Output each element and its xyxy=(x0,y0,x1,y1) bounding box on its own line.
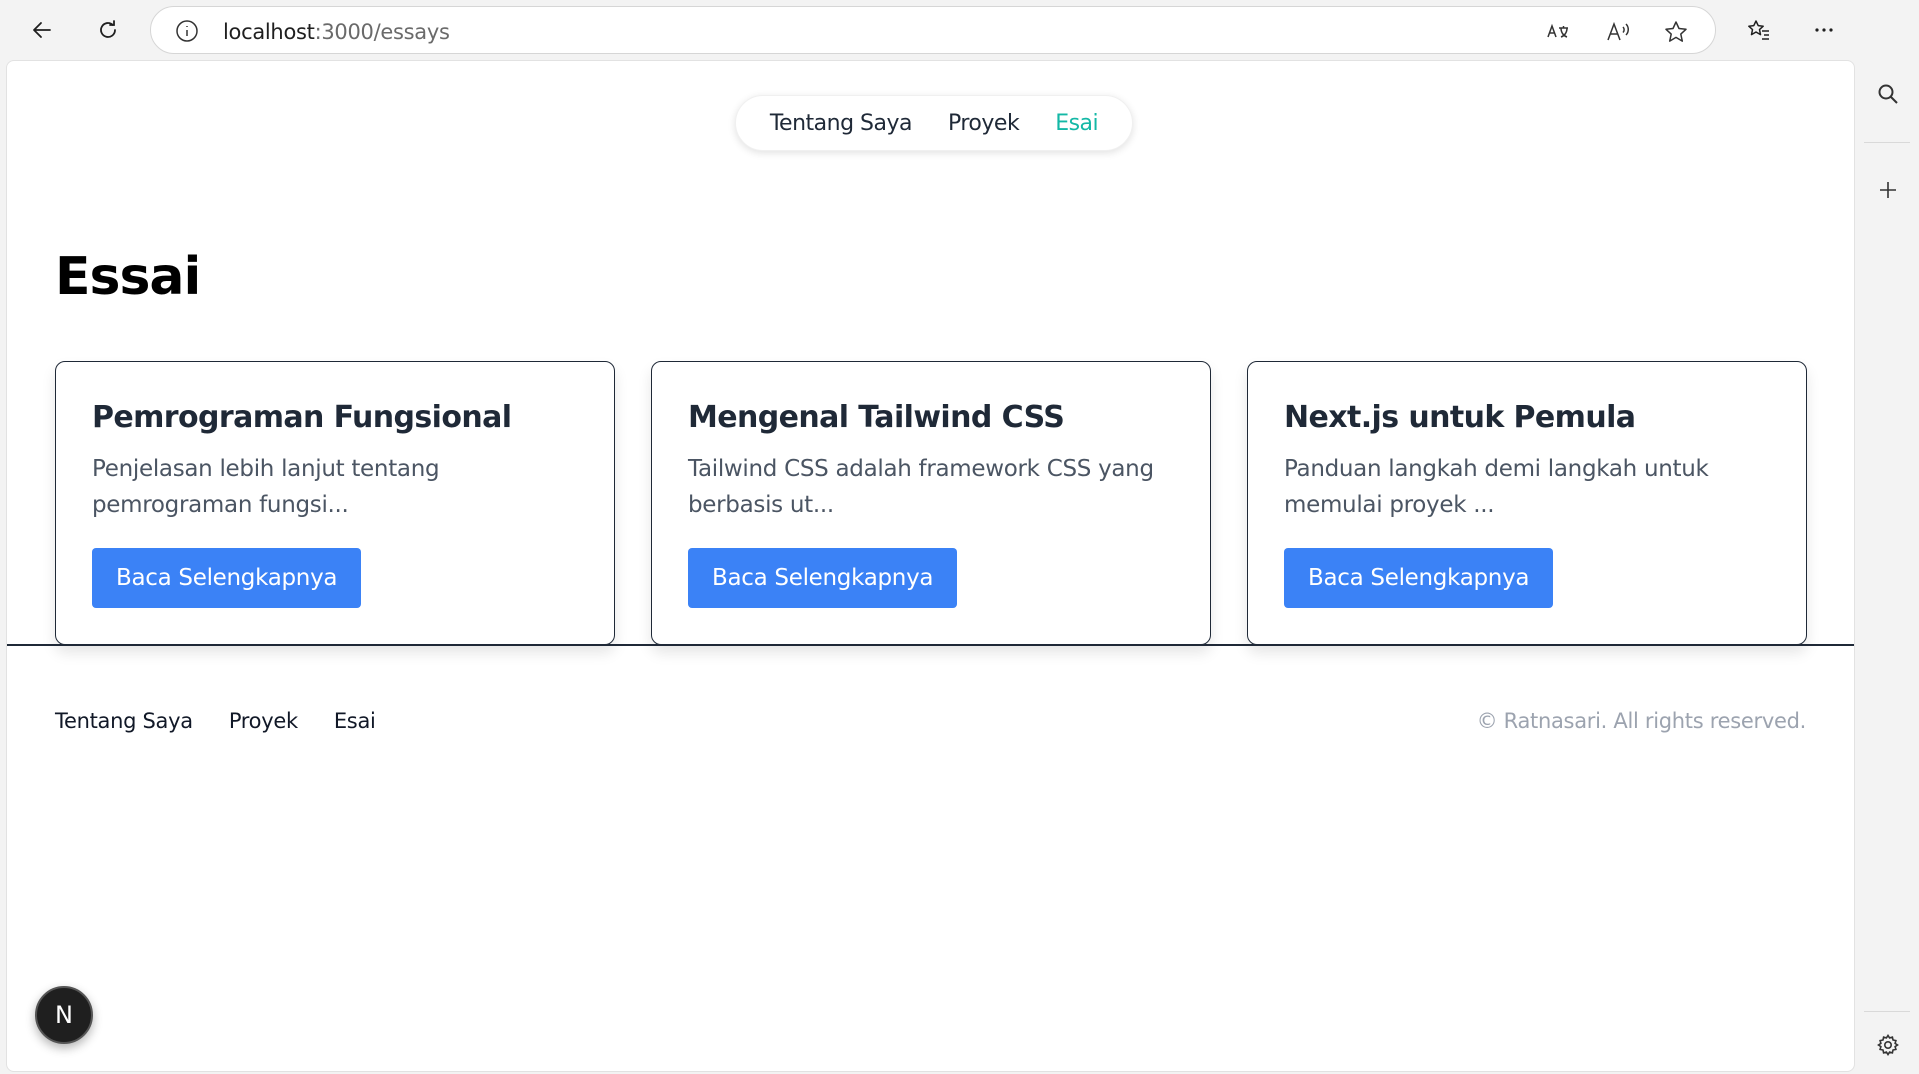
address-bar[interactable]: localhost:3000/essays xyxy=(150,6,1716,54)
sidebar-divider-bottom xyxy=(1864,1011,1910,1012)
browser-toolbar: localhost:3000/essays xyxy=(0,0,1919,60)
favorites-icon[interactable] xyxy=(1741,12,1777,48)
url-text: localhost:3000/essays xyxy=(223,20,450,44)
settings-gear-icon[interactable] xyxy=(1868,1025,1908,1065)
browser-sidebar xyxy=(1856,0,1919,1074)
card-excerpt: Panduan langkah demi langkah untuk memul… xyxy=(1284,456,1709,518)
read-more-button[interactable]: Baca Selengkapnya xyxy=(1284,548,1554,608)
search-icon[interactable] xyxy=(1868,74,1908,114)
top-nav: Tentang Saya Proyek Esai xyxy=(735,95,1133,151)
essay-cards: Pemrograman Fungsional Penjelasan lebih … xyxy=(55,361,1807,645)
read-more-button[interactable]: Baca Selengkapnya xyxy=(92,548,362,608)
page-viewport: Tentang Saya Proyek Esai Essai Pemrogram… xyxy=(6,60,1855,1072)
info-icon[interactable] xyxy=(175,19,199,43)
card-excerpt: Penjelasan lebih lanjut tentang pemrogra… xyxy=(92,456,440,518)
footer-link-projects[interactable]: Proyek xyxy=(229,709,298,733)
back-icon[interactable] xyxy=(24,12,60,48)
copyright-text: © Ratnasari. All rights reserved. xyxy=(1476,709,1807,733)
url-host: localhost xyxy=(223,20,315,44)
page-title: Essai xyxy=(55,247,201,307)
nav-link-projects[interactable]: Proyek xyxy=(948,111,1020,136)
nav-link-about[interactable]: Tentang Saya xyxy=(770,111,913,136)
translate-icon[interactable] xyxy=(1545,19,1571,45)
favorite-star-icon[interactable] xyxy=(1663,19,1689,45)
card-title: Mengenal Tailwind CSS xyxy=(688,400,1065,435)
card-title: Pemrograman Fungsional xyxy=(92,400,512,435)
footer-link-essays[interactable]: Esai xyxy=(334,709,376,733)
card-excerpt: Tailwind CSS adalah framework CSS yang b… xyxy=(688,456,1154,518)
nav-link-essays[interactable]: Esai xyxy=(1055,111,1098,136)
footer-divider xyxy=(7,644,1854,646)
essay-card: Pemrograman Fungsional Penjelasan lebih … xyxy=(55,361,615,645)
more-options-icon[interactable] xyxy=(1806,12,1842,48)
essay-card: Next.js untuk Pemula Panduan langkah dem… xyxy=(1247,361,1807,645)
add-icon[interactable] xyxy=(1868,170,1908,210)
read-aloud-icon[interactable] xyxy=(1605,19,1631,45)
read-more-button[interactable]: Baca Selengkapnya xyxy=(688,548,958,608)
footer-nav: Tentang Saya Proyek Esai xyxy=(55,709,376,733)
essay-card: Mengenal Tailwind CSS Tailwind CSS adala… xyxy=(651,361,1211,645)
refresh-icon[interactable] xyxy=(90,12,126,48)
url-path: :3000/essays xyxy=(314,20,450,44)
footer-link-about[interactable]: Tentang Saya xyxy=(55,709,193,733)
nextjs-badge-letter: N xyxy=(55,1001,73,1029)
nextjs-dev-badge[interactable]: N xyxy=(35,986,93,1044)
sidebar-divider xyxy=(1864,142,1910,143)
card-title: Next.js untuk Pemula xyxy=(1284,400,1636,435)
